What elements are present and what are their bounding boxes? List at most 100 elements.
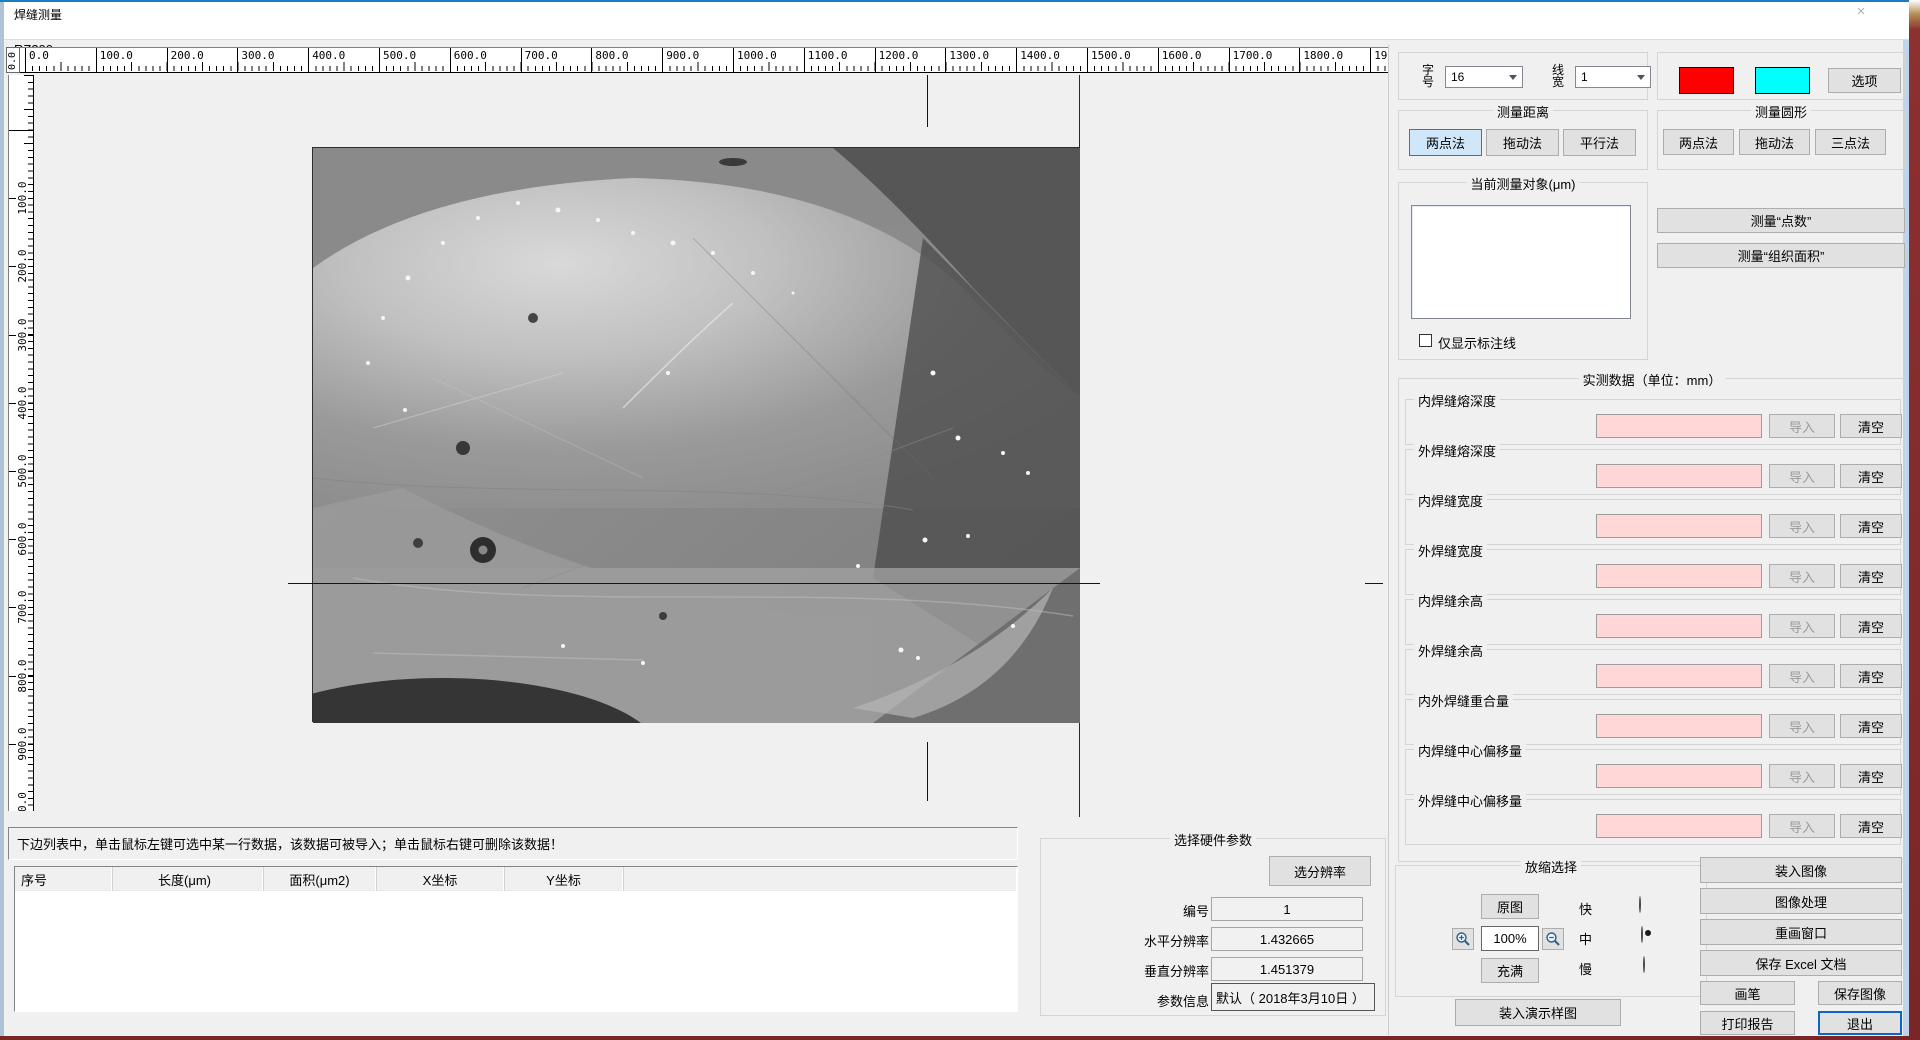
distance-drag-button[interactable]: 拖动法 [1486,129,1559,156]
v-ruler-labels: 100.0200.0300.0400.0500.0600.0700.0800.0… [9,75,33,811]
clear-button[interactable]: 清空 [1840,514,1902,538]
canvas-panel-divider [1388,45,1389,1035]
brush-button[interactable]: 画笔 [1700,981,1795,1005]
import-button[interactable]: 导入 [1769,564,1835,588]
import-button[interactable]: 导入 [1769,764,1835,788]
field-input-paraminfo[interactable]: 默认（ 2018年3月10日 ） [1211,983,1375,1011]
measured-row-label: 外焊缝宽度 [1414,541,1487,560]
show-annotation-checkbox[interactable] [1419,334,1432,347]
import-button[interactable]: 导入 [1769,614,1835,638]
measured-value-input[interactable] [1596,414,1762,438]
v-ruler-major-tick [9,130,33,131]
v-ruler-label: 1000.0 [16,790,28,811]
close-icon[interactable]: × [1846,2,1876,22]
line-width-label: 线宽 [1551,64,1565,88]
measured-row: 内外焊缝重合量导入清空 [1405,699,1901,745]
speed-slow-radio[interactable] [1643,956,1645,973]
zoom-in-button[interactable] [1452,928,1474,950]
zoom-fill-button[interactable]: 充满 [1481,958,1539,983]
horizontal-ruler: 0.0100.0200.0300.0400.0500.0600.0700.080… [20,47,1388,73]
color-swatch-cyan[interactable] [1755,67,1810,94]
current-object-listbox[interactable] [1411,205,1631,319]
h-ruler-label: 400.0 [308,48,345,72]
import-button[interactable]: 导入 [1769,814,1835,838]
import-button[interactable]: 导入 [1769,714,1835,738]
import-button[interactable]: 导入 [1769,664,1835,688]
measured-row-label: 内焊缝熔深度 [1414,391,1500,410]
h-ruler-label: 1300.0 [945,48,989,72]
status-bar: 下边列表中，单击鼠标左键可选中某一行数据，该数据可被导入；单击鼠标右键可删除该数… [8,827,1018,860]
measure-points-button[interactable]: 测量“点数” [1657,208,1905,233]
zoom-original-button[interactable]: 原图 [1481,894,1539,919]
table-header-cell[interactable]: X坐标 [376,867,505,891]
load-demo-button[interactable]: 装入演示样图 [1455,999,1621,1026]
measured-row-label: 内外焊缝重合量 [1414,691,1513,710]
exit-button[interactable]: 退出 [1818,1011,1902,1035]
current-object-legend: 当前测量对象(μm) [1467,174,1580,193]
zoom-percent-input[interactable]: 100% [1481,926,1539,951]
circle-drag-button[interactable]: 拖动法 [1739,129,1810,155]
import-button[interactable]: 导入 [1769,464,1835,488]
speed-fast-radio[interactable] [1639,896,1641,913]
h-ruler-label: 1600.0 [1158,48,1202,72]
measured-value-input[interactable] [1596,464,1762,488]
measured-value-input[interactable] [1596,514,1762,538]
clear-button[interactable]: 清空 [1840,664,1902,688]
clear-button[interactable]: 清空 [1840,614,1902,638]
measured-value-input[interactable] [1596,714,1762,738]
clear-button[interactable]: 清空 [1840,414,1902,438]
clear-button[interactable]: 清空 [1840,714,1902,738]
measured-value-input[interactable] [1596,564,1762,588]
results-table[interactable]: 序号长度(μm)面积(μm2)X坐标Y坐标 [14,866,1018,1012]
measured-value-input[interactable] [1596,764,1762,788]
field-input-vres[interactable]: 1.451379 [1211,957,1363,981]
table-header-cell[interactable]: 面积(μm2) [263,867,377,891]
h-ruler-label: 100.0 [96,48,133,72]
zoom-in-icon [1455,931,1471,947]
clear-button[interactable]: 清空 [1840,814,1902,838]
zoom-out-icon [1545,931,1561,947]
circle-three-point-button[interactable]: 三点法 [1815,129,1886,155]
measure-distance-group: 测量距离 两点法 拖动法 平行法 [1398,110,1648,170]
measure-area-button[interactable]: 测量“组织面积” [1657,243,1905,268]
specimen-image [313,148,1080,723]
clear-button[interactable]: 清空 [1840,464,1902,488]
table-header-cell[interactable]: 序号 [15,867,113,891]
measured-data-legend: 实测数据（单位：mm） [1579,370,1726,389]
clear-button[interactable]: 清空 [1840,764,1902,788]
window-left-border [0,2,4,1040]
field-input-number[interactable]: 1 [1211,897,1363,921]
load-image-button[interactable]: 装入图像 [1700,857,1902,883]
font-size-select[interactable]: 16 [1445,66,1523,88]
clear-button[interactable]: 清空 [1840,564,1902,588]
import-button[interactable]: 导入 [1769,414,1835,438]
options-button[interactable]: 选项 [1828,68,1901,93]
line-width-select[interactable]: 1 [1575,66,1651,88]
select-resolution-button[interactable]: 选分辨率 [1269,856,1371,886]
chevron-down-icon [1637,75,1645,84]
save-excel-button[interactable]: 保存 Excel 文档 [1700,950,1902,976]
speed-medium-radio[interactable] [1641,926,1643,943]
measured-value-input[interactable] [1596,664,1762,688]
table-header-cell[interactable]: 长度(μm) [106,867,264,891]
table-header-cell[interactable]: Y坐标 [504,867,624,891]
distance-parallel-button[interactable]: 平行法 [1563,129,1636,156]
image-canvas[interactable] [312,147,1079,722]
redraw-window-button[interactable]: 重画窗口 [1700,919,1902,945]
color-swatch-red[interactable] [1679,67,1734,94]
zoom-out-button[interactable] [1542,928,1564,950]
save-image-button[interactable]: 保存图像 [1818,981,1902,1005]
measured-value-input[interactable] [1596,614,1762,638]
speed-slow-label: 慢 [1579,959,1592,978]
process-image-button[interactable]: 图像处理 [1700,888,1902,914]
crosshair-horizontal [288,583,1100,584]
measure-circle-legend: 测量圆形 [1751,102,1811,121]
measured-value-input[interactable] [1596,814,1762,838]
distance-two-point-button[interactable]: 两点法 [1409,129,1482,156]
print-report-button[interactable]: 打印报告 [1700,1011,1795,1035]
measured-row-label: 内焊缝余高 [1414,591,1487,610]
import-button[interactable]: 导入 [1769,514,1835,538]
h-ruler-label: 1000.0 [733,48,777,72]
circle-two-point-button[interactable]: 两点法 [1663,129,1734,155]
field-input-hres[interactable]: 1.432665 [1211,927,1363,951]
